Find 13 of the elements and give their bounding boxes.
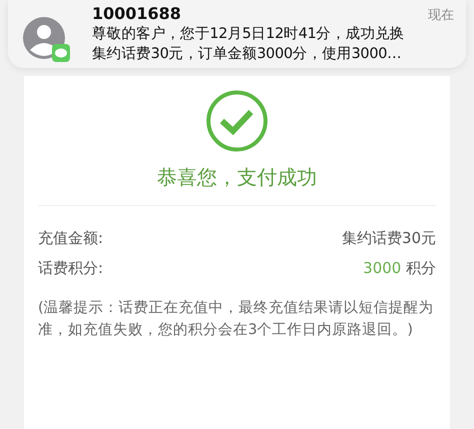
row-value: 集约话费30元 xyxy=(342,228,436,248)
row-label: 话费积分: xyxy=(38,258,104,278)
message-preview: 集约话费30元，订单金额3000分，使用3000… xyxy=(92,44,402,64)
message-icon xyxy=(52,44,70,62)
notification-banner[interactable]: 10001688 现在 尊敬的客户，您于12月5日12时41分，成功兑换 集约话费30元，订单金额3000分，使用3000… xyxy=(8,0,466,68)
notification-time: 现在 xyxy=(428,7,454,24)
notice-text: (温馨提示：话费正在充值中，最终充值结果请以短信提醒为准，如充值失败，您的积分会在3个工作日内原路退回。) xyxy=(38,298,435,340)
sender-name: 10001688 xyxy=(92,4,182,23)
row-label: 充值金额: xyxy=(38,228,104,248)
message-preview: 尊敬的客户，您于12月5日12时41分，成功兑换 xyxy=(92,24,406,44)
row-value: 3000 积分 xyxy=(363,258,436,278)
success-title: 恭喜您，支付成功 xyxy=(157,164,317,191)
check-circle-icon xyxy=(206,90,268,152)
